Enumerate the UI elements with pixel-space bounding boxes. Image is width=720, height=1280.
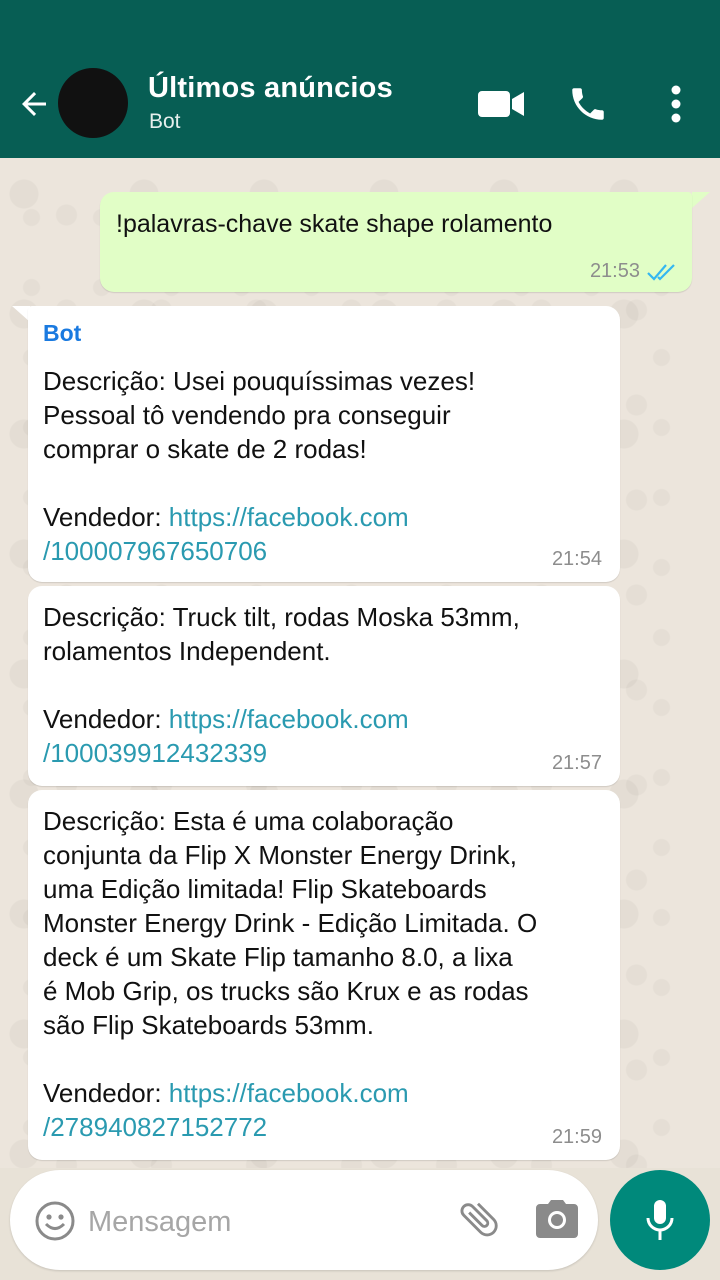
seller-link-cont[interactable]: /278940827152772 xyxy=(43,1112,267,1142)
seller-label: Vendedor: xyxy=(43,1078,169,1108)
seller-label: Vendedor: xyxy=(43,502,169,532)
seller-link-cont[interactable]: /100007967650706 xyxy=(43,536,267,566)
camera-button[interactable] xyxy=(534,1198,580,1242)
back-arrow-icon xyxy=(22,92,46,116)
chat-area[interactable]: !palavras-chave skate shape rolamento 21… xyxy=(0,158,720,1168)
incoming-message[interactable]: Descrição: Truck tilt, rodas Moska 53mm,… xyxy=(28,586,620,786)
sender-name: Bot xyxy=(43,320,82,346)
more-options-button[interactable] xyxy=(658,80,694,128)
message-text: !palavras-chave skate shape rolamento xyxy=(116,210,553,238)
message-time: 21:54 xyxy=(551,548,602,570)
back-button[interactable] xyxy=(14,84,54,124)
outgoing-message[interactable]: !palavras-chave skate shape rolamento 21… xyxy=(100,192,692,292)
incoming-message[interactable]: Descrição: Esta é uma colaboração conjun… xyxy=(28,790,620,1160)
seller-label: Vendedor: xyxy=(43,704,169,734)
avatar[interactable] xyxy=(58,68,128,138)
seller-info: Vendedor: https://facebook.com /10003991… xyxy=(43,702,409,770)
more-vert-icon xyxy=(671,85,681,123)
double-check-icon xyxy=(647,263,675,281)
phone-icon xyxy=(572,88,604,120)
attach-button[interactable] xyxy=(456,1196,502,1242)
chat-subtitle: Bot xyxy=(149,110,181,133)
video-icon xyxy=(478,91,524,117)
message-input[interactable] xyxy=(88,1200,448,1244)
seller-info: Vendedor: https://facebook.com /27894082… xyxy=(43,1076,409,1144)
message-time: 21:53 xyxy=(589,260,640,282)
emoji-button[interactable] xyxy=(34,1200,76,1242)
incoming-message[interactable]: Bot Descrição: Usei pouquíssimas vezes! … xyxy=(28,306,620,582)
message-time: 21:59 xyxy=(551,1126,602,1148)
emoji-icon xyxy=(35,1201,75,1241)
message-composer xyxy=(10,1170,598,1270)
chat-header: Últimos anúncios Bot xyxy=(0,0,720,158)
seller-link[interactable]: https://facebook.com xyxy=(169,704,409,734)
outgoing-bubble-tail xyxy=(692,192,710,208)
seller-info: Vendedor: https://facebook.com /10000796… xyxy=(43,500,409,568)
seller-link-cont[interactable]: /100039912432339 xyxy=(43,738,267,768)
message-description: Descrição: Truck tilt, rodas Moska 53mm,… xyxy=(43,602,520,666)
video-call-button[interactable] xyxy=(474,82,528,126)
message-description: Descrição: Esta é uma colaboração conjun… xyxy=(43,806,538,1040)
seller-link[interactable]: https://facebook.com xyxy=(169,1078,409,1108)
mic-icon xyxy=(646,1200,674,1240)
message-description: Descrição: Usei pouquíssimas vezes! Pess… xyxy=(43,366,476,464)
seller-link[interactable]: https://facebook.com xyxy=(169,502,409,532)
voice-message-button[interactable] xyxy=(610,1170,710,1270)
message-time: 21:57 xyxy=(551,752,602,774)
attach-icon xyxy=(460,1202,498,1237)
voice-call-button[interactable] xyxy=(564,80,612,128)
camera-icon xyxy=(536,1200,578,1238)
chat-title[interactable]: Últimos anúncios xyxy=(148,72,393,105)
